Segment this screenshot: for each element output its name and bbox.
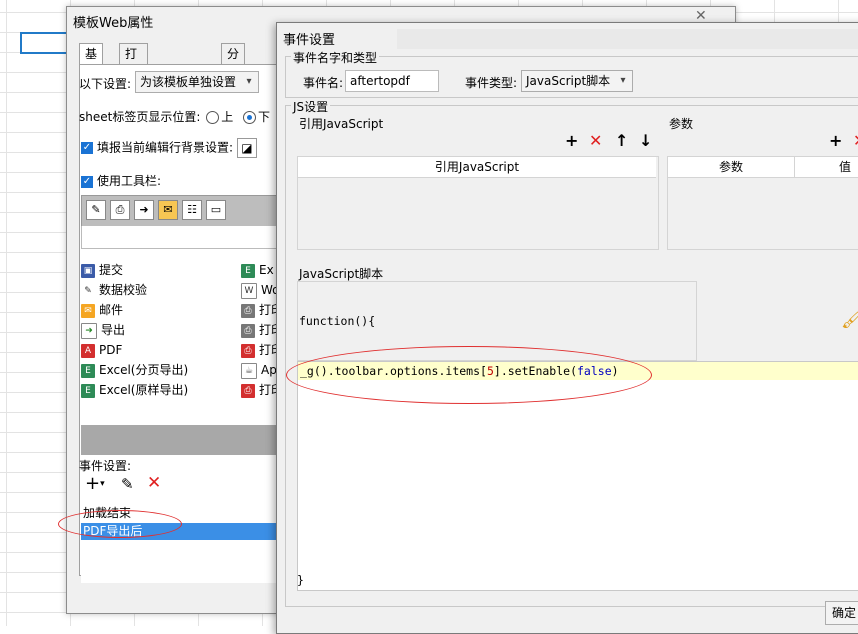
ref-js-column-header: 引用JavaScript [298, 157, 656, 178]
print-icon: ⎙ [241, 323, 255, 338]
fill-bg-row: ✓ 填报当前编辑行背景设置: ◪ [81, 138, 257, 158]
event-name-label: 事件名: [303, 76, 344, 90]
tab-printer-server[interactable]: 打印机(服务器) [119, 43, 148, 161]
edit-event-icon[interactable]: ✎ [121, 475, 134, 493]
ref-js-table: 引用JavaScript [297, 156, 659, 250]
name-type-group-label: 事件名字和类型 [291, 49, 380, 66]
export-icon: ➜ [81, 322, 97, 339]
radio-bottom[interactable] [243, 111, 257, 124]
selected-cell[interactable] [20, 32, 72, 54]
excel-icon: E [241, 263, 255, 278]
toolbar-preview-blank [81, 226, 283, 249]
mail-icon[interactable]: ✉ [158, 200, 178, 220]
use-toolbar-label: 使用工具栏: [97, 174, 162, 188]
delete-param-button[interactable]: ✕ [853, 132, 858, 150]
settings-combo-value: 为该模板单独设置 [140, 75, 237, 89]
chevron-down-icon: ▾ [620, 75, 626, 86]
chevron-down-icon: ▾ [246, 76, 252, 87]
add-js-button[interactable]: + [565, 132, 578, 150]
toolbar-divider-bar [81, 425, 281, 455]
list-item[interactable]: A PDF [81, 340, 122, 360]
title-bar-blur [397, 29, 858, 49]
add-param-button[interactable]: + [829, 132, 842, 150]
paint-bucket-icon[interactable]: ◪ [236, 138, 257, 158]
sheet-position-label: sheet标签页显示位置: [79, 110, 201, 124]
delete-event-icon[interactable]: ✕ [147, 473, 161, 493]
tab-basic[interactable]: 基本 [79, 43, 104, 81]
params-column-header: 参数 [668, 157, 795, 178]
tree-icon[interactable]: ☷ [182, 200, 202, 220]
radio-top-label: 上 [221, 110, 234, 124]
toolbar-preview: ✎ ⎙ ➜ ✉ ☷ ▭ [81, 195, 283, 227]
excel-icon: E [81, 383, 95, 398]
list-item[interactable]: E Ex [241, 260, 274, 280]
settings-combo[interactable]: 为该模板单独设置 ▾ [135, 71, 259, 93]
list-item[interactable]: ✎ 数据校验 [81, 280, 147, 300]
radio-bottom-label: 下 [258, 110, 271, 124]
list-item[interactable]: ▣ 提交 [81, 260, 123, 280]
function-header: function(){ [299, 314, 376, 328]
print-icon: ⎙ [241, 303, 255, 318]
word-icon: W [241, 282, 257, 299]
annotation-ellipse [58, 510, 182, 538]
print-icon[interactable]: ⎙ [110, 200, 130, 220]
pdf-icon: A [81, 343, 95, 358]
value-column-header: 值 [795, 157, 858, 178]
move-up-button[interactable]: ↑ [615, 132, 628, 150]
excel-icon: E [81, 363, 95, 378]
export-icon[interactable]: ➜ [134, 200, 154, 220]
list-item[interactable]: ➜ 导出 [81, 320, 125, 340]
use-toolbar-row: ✓ 使用工具栏: [81, 172, 161, 189]
list-item[interactable]: E Excel(分页导出) [81, 360, 188, 380]
params-table: 参数 值 [667, 156, 858, 250]
event-settings-dialog: 事件设置 事件名字和类型 事件名: aftertopdf 事件类型: JavaS… [276, 22, 858, 634]
applet-icon: ☕ [241, 362, 257, 379]
fill-bg-label: 填报当前编辑行背景设置: [97, 140, 234, 155]
list-item[interactable]: E Excel(原样导出) [81, 380, 188, 400]
event-name-input[interactable]: aftertopdf [345, 70, 439, 92]
list-item[interactable]: ✉ 邮件 [81, 300, 123, 320]
annotation-ellipse [286, 346, 652, 404]
script-label: JavaScript脚本 [299, 267, 384, 281]
delete-js-button[interactable]: ✕ [589, 132, 602, 150]
event-settings-label: 事件设置: [79, 459, 132, 473]
validate-icon: ✎ [81, 283, 95, 298]
fill-bg-checkbox[interactable]: ✓ [81, 142, 93, 154]
dialog-title: 事件设置 [283, 33, 336, 48]
add-event-button[interactable]: +▾ [85, 475, 105, 493]
js-settings-label: JS设置 [291, 98, 331, 115]
window-icon[interactable]: ▭ [206, 200, 226, 220]
event-type-value: JavaScript脚本 [526, 74, 611, 88]
settings-label: 以下设置: [79, 77, 132, 91]
list-item[interactable]: W Wo [241, 280, 280, 300]
dialog-title: 模板Web属性 [73, 16, 154, 31]
mail-icon: ✉ [81, 303, 95, 318]
params-label: 参数 [669, 117, 694, 131]
edit-icon[interactable]: ✎ [86, 200, 106, 220]
radio-top[interactable] [206, 111, 220, 124]
move-down-button[interactable]: ↓ [639, 132, 652, 150]
tab-page-preview[interactable]: 分页预览 [221, 43, 246, 121]
pdf-print-icon: ⎙ [241, 383, 255, 398]
function-footer: } [297, 573, 304, 587]
use-toolbar-checkbox[interactable]: ✓ [81, 175, 93, 188]
ok-button[interactable]: 确定 [825, 601, 858, 625]
pdf-print-icon: ⎙ [241, 343, 255, 358]
event-type-label: 事件类型: [465, 76, 518, 90]
sheet-position-row: sheet标签页显示位置: 上 下 [79, 108, 270, 125]
ref-js-label: 引用JavaScript [299, 117, 384, 131]
event-type-combo[interactable]: JavaScript脚本 ▾ [521, 70, 633, 92]
chevron-down-icon: ▾ [100, 479, 105, 489]
brush-icon[interactable]: 🖌 [841, 309, 858, 330]
submit-icon: ▣ [81, 263, 95, 278]
